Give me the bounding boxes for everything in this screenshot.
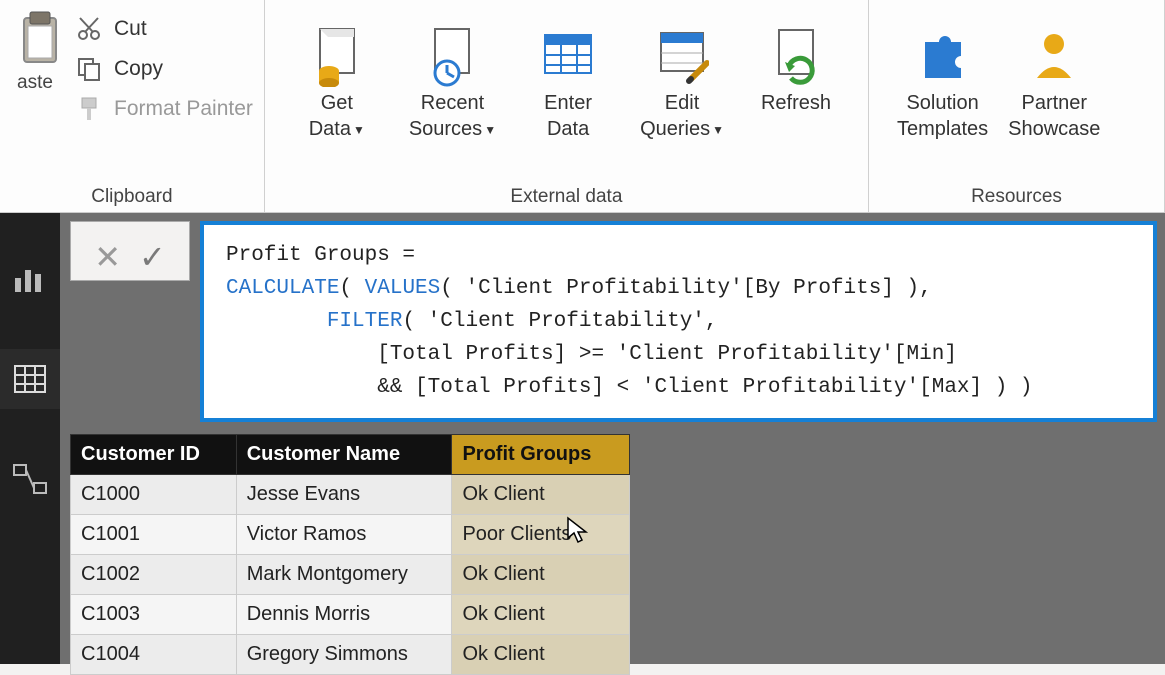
chevron-down-icon: ▼ (484, 123, 496, 137)
model-view-button[interactable] (0, 449, 60, 509)
table-row[interactable]: C1002Mark MontgomeryOk Client (71, 555, 630, 595)
table-header-row: Customer ID Customer Name Profit Groups (71, 435, 630, 475)
cell-customer-name[interactable]: Jesse Evans (236, 475, 452, 515)
get-data-icon (310, 25, 364, 87)
edit-queries-icon (655, 27, 709, 85)
formula-bar: ✕ ✓ Profit Groups = CALCULATE( VALUES( '… (60, 213, 1165, 430)
cell-customer-name[interactable]: Victor Ramos (236, 515, 452, 555)
recent-sources-icon (425, 25, 479, 87)
copy-icon (76, 56, 104, 82)
cell-profit-groups[interactable]: Ok Client (452, 555, 630, 595)
cell-customer-id[interactable]: C1000 (71, 475, 237, 515)
chevron-down-icon: ▼ (353, 123, 365, 137)
barchart-icon (13, 264, 47, 294)
table-row[interactable]: C1000Jesse EvansOk Client (71, 475, 630, 515)
cell-profit-groups[interactable]: Ok Client (452, 475, 630, 515)
cell-customer-id[interactable]: C1002 (71, 555, 237, 595)
formula-editor[interactable]: Profit Groups = CALCULATE( VALUES( 'Clie… (200, 221, 1157, 422)
cell-customer-name[interactable]: Gregory Simmons (236, 635, 452, 675)
refresh-icon (769, 26, 823, 86)
external-data-group-title: External data (265, 186, 868, 208)
cell-customer-id[interactable]: C1004 (71, 635, 237, 675)
external-data-group: Get Data▼ Recent Sources▼ (265, 0, 869, 212)
cell-customer-id[interactable]: C1001 (71, 515, 237, 555)
chevron-down-icon: ▼ (712, 123, 724, 137)
table-row[interactable]: C1001Victor RamosPoor Clients (71, 515, 630, 555)
edit-queries-button[interactable]: Edit Queries▼ (640, 4, 724, 212)
table-row[interactable]: C1004Gregory SimmonsOk Client (71, 635, 630, 675)
puzzle-icon (913, 28, 973, 84)
col-header-customer-id[interactable]: Customer ID (71, 435, 237, 475)
resources-group: Solution Templates Partner Showcase Reso… (869, 0, 1165, 212)
cell-profit-groups[interactable]: Poor Clients (452, 515, 630, 555)
table-row[interactable]: C1003Dennis MorrisOk Client (71, 595, 630, 635)
col-header-profit-groups[interactable]: Profit Groups (452, 435, 630, 475)
recent-sources-button[interactable]: Recent Sources▼ (409, 4, 496, 212)
format-painter-button[interactable]: Format Painter (76, 96, 253, 122)
view-switcher (0, 213, 60, 664)
table-icon (541, 29, 595, 83)
solution-templates-button[interactable]: Solution Templates (897, 4, 988, 142)
col-header-customer-name[interactable]: Customer Name (236, 435, 452, 475)
cell-profit-groups[interactable]: Ok Client (452, 595, 630, 635)
ribbon: aste Cut Copy (0, 0, 1165, 213)
accept-formula-button[interactable]: ✓ (139, 238, 166, 276)
main-area: ✕ ✓ Profit Groups = CALCULATE( VALUES( '… (60, 213, 1165, 664)
brush-icon (76, 96, 104, 122)
cut-button[interactable]: Cut (76, 16, 253, 42)
cell-customer-name[interactable]: Mark Montgomery (236, 555, 452, 595)
cancel-formula-button[interactable]: ✕ (94, 238, 121, 276)
tablegrid-icon (13, 364, 47, 394)
format-painter-label: Format Painter (114, 97, 253, 121)
paste-button[interactable]: aste (10, 4, 70, 122)
clipboard-group: aste Cut Copy (0, 0, 265, 212)
relationship-icon (12, 463, 48, 495)
data-view-button[interactable] (0, 349, 60, 409)
cut-label: Cut (114, 17, 147, 41)
copy-label: Copy (114, 57, 163, 81)
enter-data-button[interactable]: Enter Data (528, 4, 608, 212)
get-data-button[interactable]: Get Data▼ (297, 4, 377, 212)
refresh-button[interactable]: Refresh (756, 4, 836, 212)
scissors-icon (76, 16, 104, 42)
report-view-button[interactable] (0, 249, 60, 309)
cell-customer-name[interactable]: Dennis Morris (236, 595, 452, 635)
resources-group-title: Resources (869, 186, 1164, 208)
paste-label: aste (17, 72, 53, 94)
cell-profit-groups[interactable]: Ok Client (452, 635, 630, 675)
partner-showcase-button[interactable]: Partner Showcase (1008, 4, 1100, 142)
copy-button[interactable]: Copy (76, 56, 253, 82)
cell-customer-id[interactable]: C1003 (71, 595, 237, 635)
data-grid[interactable]: Customer ID Customer Name Profit Groups … (70, 434, 630, 675)
clipboard-group-title: Clipboard (0, 186, 264, 208)
clipboard-icon (18, 10, 62, 68)
person-icon (1027, 28, 1081, 84)
